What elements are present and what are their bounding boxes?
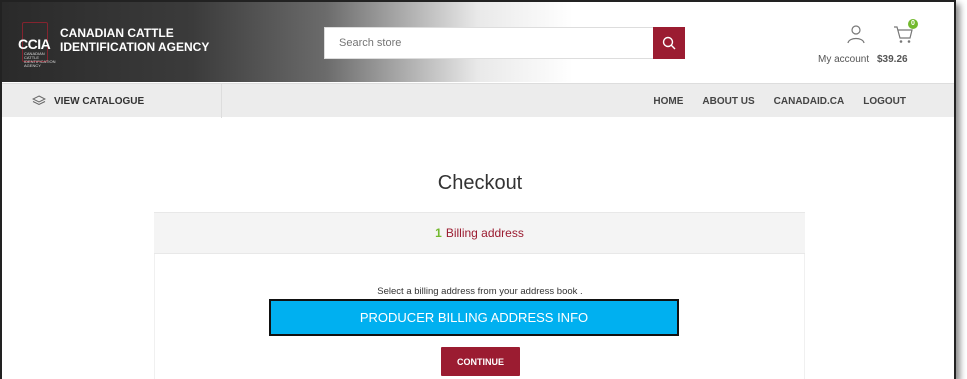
logo-mark-text: CCIA (18, 36, 51, 52)
user-icon (847, 25, 865, 44)
logo-line-2: IDENTIFICATION AGENCY (60, 40, 210, 54)
cart-total[interactable]: $39.26 (877, 54, 908, 65)
nav-links: HOME ABOUT US CANADAID.CA LOGOUT (653, 84, 906, 118)
nav-bar: VIEW CATALOGUE HOME ABOUT US CANADAID.CA… (2, 83, 954, 118)
continue-button[interactable]: CONTINUE (441, 347, 520, 376)
view-catalogue-button[interactable]: VIEW CATALOGUE (2, 84, 222, 118)
nav-link-about-us[interactable]: ABOUT US (702, 96, 754, 107)
logo-line-1: CANADIAN CATTLE (60, 26, 174, 40)
search-icon (662, 36, 676, 50)
view-catalogue-label: VIEW CATALOGUE (54, 95, 145, 107)
nav-link-logout[interactable]: LOGOUT (863, 96, 906, 107)
billing-address-select[interactable]: PRODUCER BILLING ADDRESS INFO (269, 299, 679, 336)
search-input[interactable] (324, 27, 653, 59)
address-instruction: Select a billing address from your addre… (377, 286, 583, 297)
account-label[interactable]: My account (818, 54, 869, 65)
logo-small-text: CANADIAN CATTLE IDENTIFICATION AGENCY (24, 51, 56, 68)
site-header: CCIA CANADIAN CATTLE IDENTIFICATION AGEN… (2, 2, 954, 82)
logo-text: CANADIAN CATTLE IDENTIFICATION AGENCY (60, 26, 209, 54)
logo-mark: CCIA CANADIAN CATTLE IDENTIFICATION AGEN… (18, 22, 56, 68)
nav-link-canadaid[interactable]: CANADAID.CA (774, 96, 845, 107)
step-number: 1 (435, 226, 442, 240)
cart-count-badge: 0 (908, 19, 918, 29)
ccia-logo[interactable]: CCIA CANADIAN CATTLE IDENTIFICATION AGEN… (18, 22, 209, 68)
step-label: Billing address (445, 226, 524, 240)
billing-address-step-header[interactable]: 1 Billing address (154, 212, 805, 254)
page-title: Checkout (437, 172, 523, 194)
search-button[interactable] (653, 27, 685, 59)
account-link[interactable] (836, 23, 876, 50)
search-bar (324, 27, 685, 59)
layers-icon (32, 95, 46, 106)
nav-link-home[interactable]: HOME (653, 96, 683, 107)
browser-frame: CCIA CANADIAN CATTLE IDENTIFICATION AGEN… (0, 0, 956, 379)
